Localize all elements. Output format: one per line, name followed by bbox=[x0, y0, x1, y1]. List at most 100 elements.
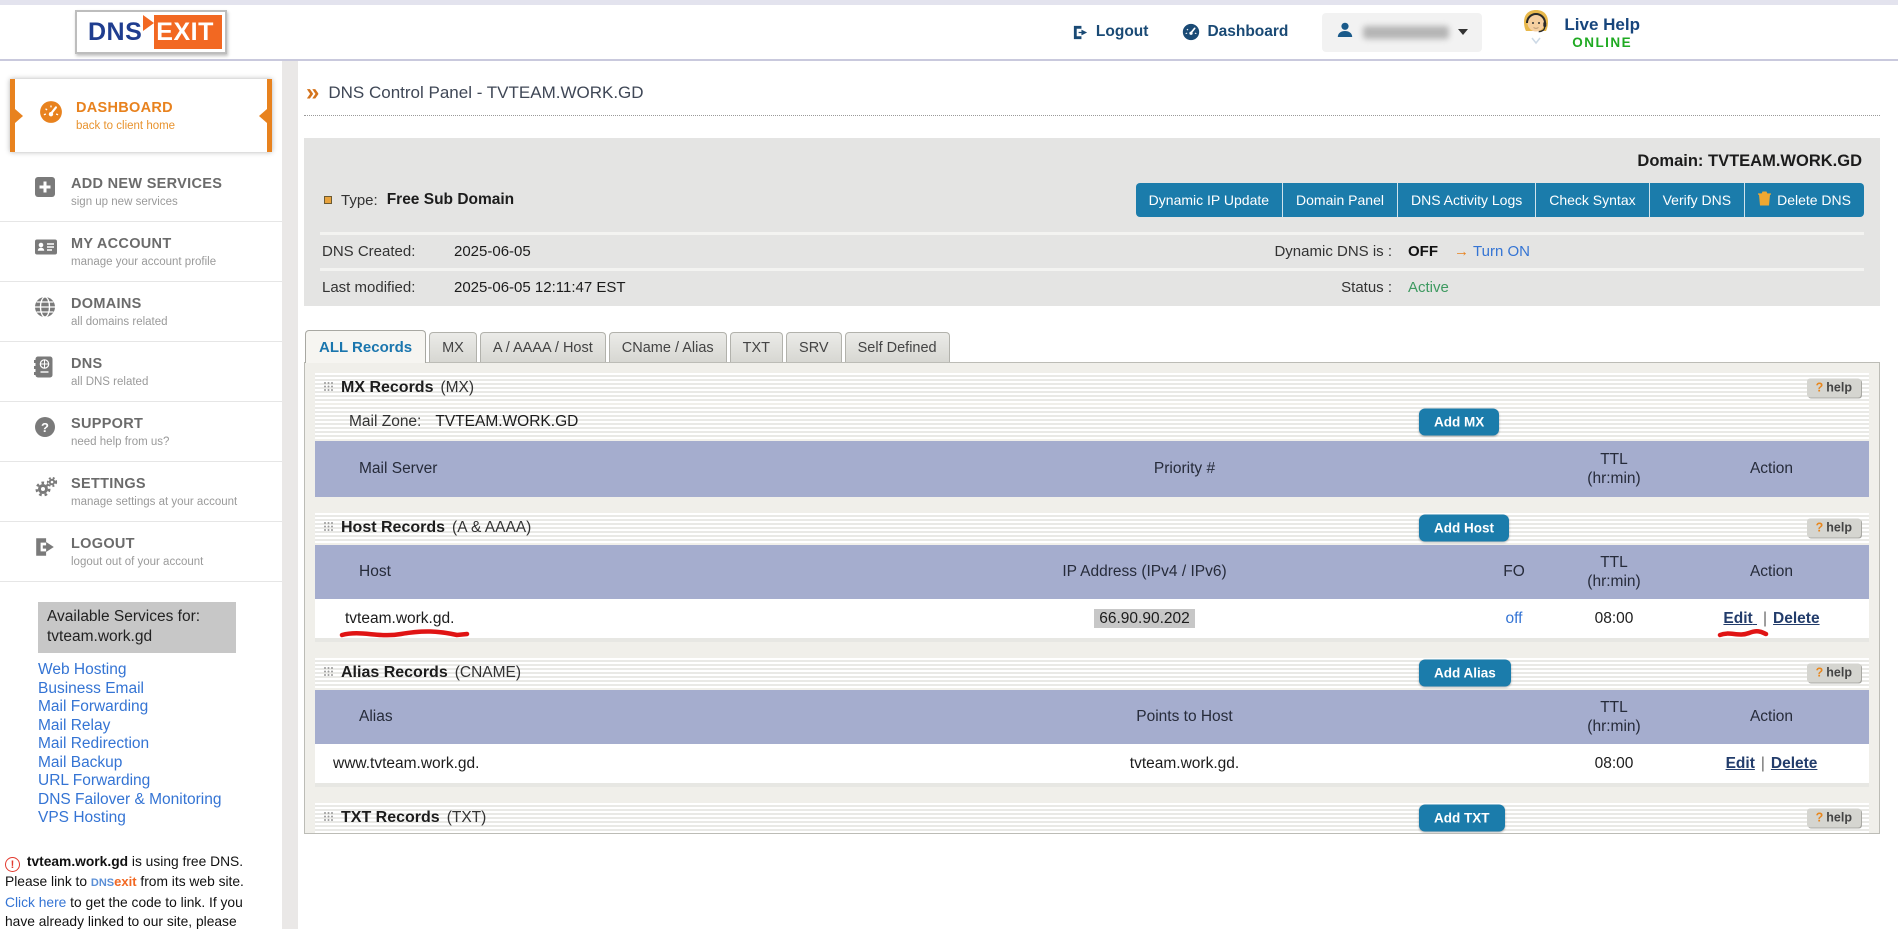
sidebar-item-dashboard[interactable]: DASHBOARD back to client home bbox=[10, 79, 272, 152]
info-row-2: Last modified: 2025-06-05 12:11:47 EST S… bbox=[320, 268, 1864, 304]
host-record-row: tvteam.work.gd. 66.90.90.202 off 08:00 E… bbox=[315, 599, 1869, 642]
edit-link[interactable]: Edit bbox=[1723, 610, 1757, 627]
live-help-widget[interactable]: Live Help ONLINE bbox=[1516, 8, 1640, 57]
service-link-url-forwarding[interactable]: URL Forwarding bbox=[38, 772, 282, 791]
sidebar-item-label: DASHBOARD bbox=[76, 100, 173, 116]
bullet-icon bbox=[324, 196, 332, 204]
sidebar-item-sublabel: need help from us? bbox=[71, 436, 169, 448]
mail-zone-value: TVTEAM.WORK.GD bbox=[435, 413, 578, 431]
service-link-mail-backup[interactable]: Mail Backup bbox=[38, 754, 282, 773]
available-services-line2: tvteam.work.gd bbox=[47, 628, 152, 645]
txt-help-button[interactable]: ?help bbox=[1807, 809, 1861, 828]
logout-label: Logout bbox=[1096, 23, 1149, 41]
username-redacted bbox=[1363, 26, 1449, 39]
alias-section-subtitle: (CNAME) bbox=[455, 664, 521, 682]
tab-txt[interactable]: TXT bbox=[730, 332, 783, 362]
sidebar-item-dns[interactable]: DNS all DNS related bbox=[0, 342, 282, 402]
domain-panel-button[interactable]: Domain Panel bbox=[1283, 183, 1398, 217]
dnsexit-brand-link[interactable]: DNSexit bbox=[91, 874, 137, 889]
sidebar-item-sublabel: manage your account profile bbox=[71, 256, 216, 268]
service-link-mail-forwarding[interactable]: Mail Forwarding bbox=[38, 698, 282, 717]
available-services: Available Services for: tvteam.work.gd W… bbox=[38, 602, 282, 828]
help-q-icon: ? bbox=[1816, 666, 1824, 680]
add-host-button[interactable]: Add Host bbox=[1419, 515, 1509, 542]
col-action: Action bbox=[1674, 708, 1869, 726]
id-card-icon bbox=[34, 235, 58, 263]
help-q-icon: ? bbox=[1816, 811, 1824, 825]
tab-srv[interactable]: SRV bbox=[786, 332, 842, 362]
check-syntax-button[interactable]: Check Syntax bbox=[1536, 183, 1649, 217]
gears-icon bbox=[34, 475, 58, 503]
tab-mx[interactable]: MX bbox=[429, 332, 477, 362]
txt-section-subtitle: (TXT) bbox=[447, 809, 487, 827]
trash-icon bbox=[1758, 191, 1771, 209]
user-menu[interactable] bbox=[1322, 13, 1482, 52]
service-links: Web Hosting Business Email Mail Forwardi… bbox=[38, 661, 282, 828]
last-modified-value: 2025-06-05 12:11:47 EST bbox=[454, 279, 626, 296]
type-value: Free Sub Domain bbox=[387, 191, 514, 209]
mail-zone-label: Mail Zone: bbox=[349, 413, 421, 431]
add-alias-button[interactable]: Add Alias bbox=[1419, 660, 1511, 687]
col-ttl-line2: (hr:min) bbox=[1587, 573, 1640, 590]
tab-cname-alias[interactable]: CName / Alias bbox=[609, 332, 727, 362]
mx-records-section: MX Records (MX) ?help Mail Zone: TVTEAM.… bbox=[315, 373, 1869, 497]
host-section-subtitle: (A & AAAA) bbox=[452, 519, 531, 537]
delete-link[interactable]: Delete bbox=[1771, 755, 1818, 772]
col-ttl-line1: TTL bbox=[1600, 451, 1628, 468]
service-link-mail-relay[interactable]: Mail Relay bbox=[38, 717, 282, 736]
delete-link[interactable]: Delete bbox=[1773, 610, 1820, 627]
failover-toggle-link[interactable]: off bbox=[1506, 610, 1523, 627]
tab-self-defined[interactable]: Self Defined bbox=[845, 332, 950, 362]
tab-all-records[interactable]: ALL Records bbox=[305, 330, 426, 363]
sidebar-item-logout[interactable]: LOGOUT logout out of your account bbox=[0, 522, 282, 582]
dashboard-link[interactable]: Dashboard bbox=[1182, 23, 1288, 41]
mx-table-header: Mail Server Priority # TTL(hr:min) Actio… bbox=[315, 441, 1869, 497]
add-txt-button[interactable]: Add TXT bbox=[1419, 805, 1505, 832]
service-link-mail-redirection[interactable]: Mail Redirection bbox=[38, 735, 282, 754]
txt-section-header: TXT Records (TXT) Add TXT ?help bbox=[315, 803, 1869, 833]
page-title-text: DNS Control Panel - TVTEAM.WORK.GD bbox=[328, 83, 643, 103]
service-link-vps-hosting[interactable]: VPS Hosting bbox=[38, 809, 282, 828]
add-mx-button[interactable]: Add MX bbox=[1419, 409, 1499, 436]
verify-dns-button[interactable]: Verify DNS bbox=[1650, 183, 1745, 217]
live-help-label: Live Help bbox=[1564, 15, 1640, 35]
logo-arrow-icon bbox=[143, 15, 154, 31]
sidebar-item-add-new-services[interactable]: ADD NEW SERVICES sign up new services bbox=[0, 162, 282, 222]
ttl-cell: 08:00 bbox=[1554, 754, 1674, 773]
support-agent-avatar bbox=[1516, 8, 1556, 57]
logout-icon bbox=[34, 535, 58, 563]
tab-a-aaaa-host[interactable]: A / AAAA / Host bbox=[480, 332, 606, 362]
alias-help-button[interactable]: ?help bbox=[1807, 664, 1861, 683]
sidebar-item-domains[interactable]: DOMAINS all domains related bbox=[0, 282, 282, 342]
turn-on-link[interactable]: Turn ON bbox=[1473, 243, 1530, 260]
logo-exit-box: EXIT bbox=[154, 15, 222, 49]
type-label: Type: bbox=[341, 192, 378, 209]
dns-book-icon bbox=[34, 355, 58, 383]
action-separator: | bbox=[1763, 610, 1767, 627]
sidebar-item-settings[interactable]: SETTINGS manage settings at your account bbox=[0, 462, 282, 522]
host-help-button[interactable]: ?help bbox=[1807, 519, 1861, 538]
action-separator: | bbox=[1761, 755, 1765, 772]
mx-help-button[interactable]: ?help bbox=[1807, 379, 1861, 398]
brand-exit: exit bbox=[114, 874, 136, 889]
action-cell: Edit | Delete bbox=[1674, 755, 1869, 773]
delete-dns-button[interactable]: Delete DNS bbox=[1745, 183, 1864, 217]
available-services-heading: Available Services for: tvteam.work.gd bbox=[38, 602, 236, 653]
fo-cell: off bbox=[1474, 610, 1554, 628]
sidebar-content-divider bbox=[282, 61, 298, 929]
logout-icon bbox=[1072, 24, 1089, 41]
sidebar-item-support[interactable]: ? SUPPORT need help from us? bbox=[0, 402, 282, 462]
dynamic-dns-value: OFF bbox=[1408, 243, 1438, 260]
sidebar-item-label: DNS bbox=[71, 356, 103, 372]
click-here-link[interactable]: Click here bbox=[5, 895, 66, 910]
page-title: » DNS Control Panel - TVTEAM.WORK.GD bbox=[304, 83, 1880, 116]
service-link-business-email[interactable]: Business Email bbox=[38, 680, 282, 699]
logout-link[interactable]: Logout bbox=[1072, 23, 1149, 41]
dns-activity-logs-button[interactable]: DNS Activity Logs bbox=[1398, 183, 1536, 217]
dnsexit-logo[interactable]: DNS EXIT bbox=[75, 10, 227, 54]
service-link-dns-failover[interactable]: DNS Failover & Monitoring bbox=[38, 791, 282, 810]
service-link-web-hosting[interactable]: Web Hosting bbox=[38, 661, 282, 680]
sidebar-item-my-account[interactable]: MY ACCOUNT manage your account profile bbox=[0, 222, 282, 282]
edit-link[interactable]: Edit bbox=[1726, 755, 1755, 772]
dynamic-ip-update-button[interactable]: Dynamic IP Update bbox=[1136, 183, 1283, 217]
